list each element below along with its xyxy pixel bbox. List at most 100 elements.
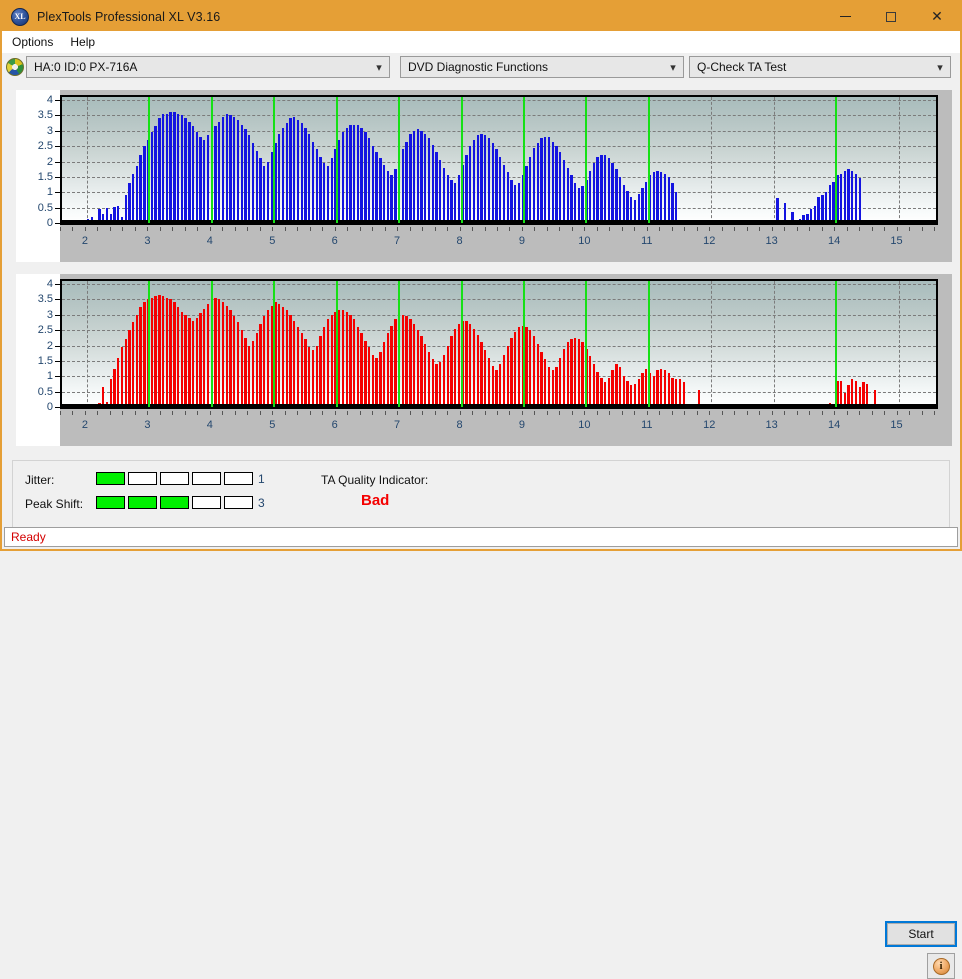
peak-shift-meter [96,496,253,509]
x-axis-tick [472,227,474,231]
x-axis-tick [546,411,548,415]
chart-bar [135,314,139,407]
chart-bar [233,316,236,407]
x-axis-tick-label: 10 [578,419,591,431]
x-axis-tick [109,227,111,231]
x-axis-tick [322,227,324,231]
chart-bar [236,120,240,223]
sector-marker [335,281,338,407]
chart-bar [405,316,408,407]
menu-item-help[interactable]: Help [63,33,102,51]
chart-bar [371,146,375,223]
x-axis-tick [359,411,361,415]
y-axis-tick-label: 2.5 [37,324,53,337]
chart-bar [236,322,240,407]
chart-bar [424,343,427,407]
chart-bar [424,133,427,223]
peak-shift-chart-x-axis: 2 3 4 5 6 7 8 9 10 11 12 13 14 15 [60,411,938,439]
x-axis-tick [209,411,211,415]
chart-bar [427,351,431,407]
x-axis-tick [147,411,149,415]
x-axis-tick [234,411,236,415]
sector-marker [398,281,401,407]
chart-bar [409,319,412,407]
chart-bar [364,340,367,407]
chart-bar [356,124,360,223]
x-axis-tick [347,227,349,231]
y-axis-tick-label: 3.5 [37,109,53,122]
sector-marker [273,97,276,223]
peak-shift-value: 3 [258,496,265,510]
chart-bar [600,155,603,223]
chart-bar [244,129,247,223]
x-axis-tick-label: 15 [890,235,903,247]
x-axis-tick [309,411,311,415]
chart-bar [529,330,532,407]
chart-bar [375,152,378,223]
chevron-down-icon: ▾ [376,60,382,74]
chart-bar [191,126,195,223]
chart-bar [544,136,547,223]
chart-bar [266,310,270,407]
chart-bar [225,113,228,223]
chart-bar [341,132,345,223]
chart-bar [514,184,517,223]
chart-bar [600,377,603,407]
x-axis-tick [559,227,561,231]
chart-bar [259,323,262,407]
jitter-chart-y-axis: 0 0.5 1 1.5 2 2.5 3 3.5 4 [16,94,60,229]
info-button[interactable]: i [927,953,955,979]
chart-bar [420,336,423,407]
drive-select[interactable]: HA:0 ID:0 PX-716A ▾ [26,56,390,78]
chart-bar [532,147,536,223]
chart-bar [487,138,491,223]
x-axis-tick-label: 4 [206,235,213,247]
chevron-down-icon: ▾ [670,60,676,74]
x-axis-tick [646,411,648,415]
menu-item-options[interactable]: Options [5,33,60,51]
maximize-icon[interactable] [868,2,914,31]
x-axis-tick [584,411,586,415]
x-axis-tick-label: 3 [144,419,151,431]
chart-bar [574,337,577,407]
chart-bar [386,333,390,407]
x-axis-tick-label: 11 [641,419,653,431]
chart-bar [611,370,614,407]
x-axis-tick [284,227,286,231]
chart-bar [169,299,172,407]
sector-marker [148,281,151,407]
chart-bar [427,138,431,223]
chart-bar [259,158,262,223]
x-axis-tick [809,411,811,415]
test-select[interactable]: Q-Check TA Test ▾ [689,56,951,78]
chart-bar [525,166,528,223]
x-axis-tick [721,227,723,231]
chart-bar [266,161,270,223]
x-axis-tick [709,227,711,231]
chart-bar [652,172,655,223]
chart-bar [570,339,573,407]
x-axis-tick [259,411,261,415]
chart-bar [323,327,326,407]
status-text: Ready [11,530,46,544]
minimize-icon[interactable] [822,2,868,31]
start-button[interactable]: Start [885,921,957,947]
chart-bar [536,343,539,407]
chart-bar [150,132,154,223]
chart-bar [356,327,360,407]
chart-bar [379,158,382,223]
chart-bar [854,173,858,223]
chart-bar [615,363,618,407]
chart-bar [315,345,318,407]
chart-bar [637,379,640,407]
function-select[interactable]: DVD Diagnostic Functions ▾ [400,56,684,78]
sector-marker [460,97,463,223]
y-axis-tick-label: 1.5 [37,170,53,183]
x-axis-tick [247,227,249,231]
chart-bar [180,311,183,407]
x-axis-tick [559,411,561,415]
x-axis-tick [821,227,823,231]
x-axis-tick [621,227,623,231]
chart-bar [360,127,363,223]
close-icon[interactable]: ✕ [914,2,960,31]
